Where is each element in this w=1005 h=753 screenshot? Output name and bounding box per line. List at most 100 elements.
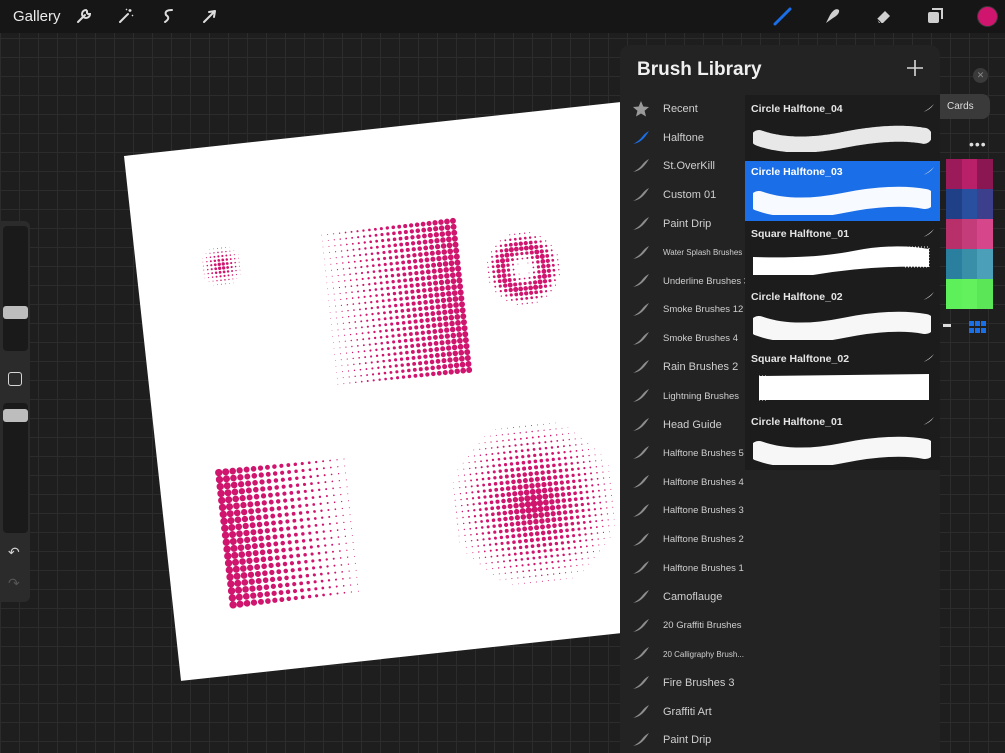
halftone-dot bbox=[470, 485, 473, 488]
brush-set-item[interactable]: Halftone bbox=[627, 124, 745, 152]
color-swatch[interactable] bbox=[977, 189, 994, 219]
brush-set-item[interactable]: Halftone Brushes 1 bbox=[627, 554, 745, 582]
color-swatch[interactable] bbox=[946, 219, 962, 249]
color-swatch[interactable] bbox=[961, 279, 978, 309]
brush-set-item[interactable]: Halftone Brushes 3 bbox=[627, 497, 745, 525]
halftone-dot bbox=[579, 491, 583, 495]
wrench-icon[interactable] bbox=[73, 5, 95, 27]
halftone-dot bbox=[274, 555, 280, 561]
current-color-swatch[interactable] bbox=[977, 6, 998, 27]
minus-icon[interactable] bbox=[943, 324, 951, 327]
halftone-dot bbox=[364, 301, 367, 304]
halftone-dot bbox=[256, 514, 262, 521]
color-swatch[interactable] bbox=[961, 159, 978, 189]
brush-set-item[interactable]: Underline Brushes 3 bbox=[627, 267, 745, 295]
brush-size-slider[interactable] bbox=[3, 226, 28, 351]
brush-set-item[interactable]: Custom 01 bbox=[627, 181, 745, 209]
brush-set-item[interactable]: Head Guide bbox=[627, 411, 745, 439]
halftone-dot bbox=[488, 543, 492, 546]
magic-wand-icon[interactable] bbox=[115, 5, 137, 27]
halftone-dot bbox=[319, 565, 322, 569]
color-swatch[interactable] bbox=[961, 189, 978, 219]
halftone-dot bbox=[336, 263, 338, 265]
halftone-dot bbox=[334, 251, 337, 253]
brush-set-item[interactable]: Water Splash Brushes bbox=[627, 239, 745, 267]
brush-set-item[interactable]: Fire Brushes 3 bbox=[627, 669, 745, 697]
star-icon bbox=[632, 100, 650, 118]
opacity-handle[interactable] bbox=[3, 409, 28, 422]
color-swatch[interactable] bbox=[961, 219, 978, 249]
halftone-dot bbox=[334, 354, 336, 355]
gallery-button[interactable]: Gallery bbox=[13, 8, 61, 25]
brush-set-item[interactable]: Smoke Brushes 12 bbox=[627, 296, 745, 324]
halftone-dot bbox=[429, 250, 435, 256]
brush-icon[interactable] bbox=[772, 5, 794, 27]
artwork-canvas[interactable] bbox=[124, 102, 679, 681]
color-swatch[interactable] bbox=[946, 279, 962, 309]
brush-item[interactable]: Square Halftone_02 bbox=[745, 348, 940, 408]
brush-set-item[interactable]: Recent bbox=[627, 95, 745, 123]
brush-set-item[interactable]: Camoflauge bbox=[627, 583, 745, 611]
cards-button[interactable]: Cards bbox=[940, 94, 990, 119]
halftone-dot bbox=[228, 278, 230, 281]
brush-set-item[interactable]: Smoke Brushes 4 bbox=[627, 325, 745, 353]
opacity-slider[interactable] bbox=[3, 403, 28, 533]
layers-icon[interactable] bbox=[924, 5, 946, 27]
color-swatch[interactable] bbox=[977, 249, 994, 279]
halftone-dot bbox=[342, 268, 345, 270]
halftone-dot bbox=[282, 561, 288, 567]
add-brush-icon[interactable] bbox=[905, 58, 925, 78]
halftone-dot bbox=[418, 252, 423, 257]
brush-set-item[interactable]: Halftone Brushes 2 bbox=[627, 526, 745, 554]
brush-set-item[interactable]: Rain Brushes 2 bbox=[627, 353, 745, 381]
brush-item[interactable]: Circle Halftone_04 bbox=[745, 98, 940, 158]
brush-item[interactable]: Circle Halftone_01 bbox=[745, 411, 940, 471]
eraser-icon[interactable] bbox=[873, 5, 895, 27]
halftone-dot bbox=[527, 563, 530, 566]
brush-size-handle[interactable] bbox=[3, 306, 28, 319]
halftone-dot bbox=[331, 324, 332, 325]
halftone-dot bbox=[246, 557, 253, 564]
color-swatch[interactable] bbox=[977, 279, 994, 309]
halftone-dot bbox=[596, 471, 598, 474]
brush-stroke-icon bbox=[632, 731, 650, 749]
selection-s-icon[interactable] bbox=[157, 5, 179, 27]
undo-icon[interactable]: ↶ bbox=[8, 544, 20, 561]
brush-item[interactable]: Circle Halftone_03 bbox=[745, 160, 940, 221]
halftone-dot bbox=[239, 558, 246, 565]
halftone-dot bbox=[217, 247, 219, 249]
halftone-dot bbox=[355, 272, 358, 275]
color-swatch[interactable] bbox=[946, 249, 962, 279]
color-swatch[interactable] bbox=[946, 159, 962, 189]
close-icon[interactable]: ✕ bbox=[973, 68, 988, 83]
brush-set-item[interactable]: Halftone Brushes 5 bbox=[627, 439, 745, 467]
brush-set-item[interactable]: Graffiti Art bbox=[627, 698, 745, 726]
more-options-icon[interactable]: ••• bbox=[969, 136, 987, 152]
modify-button[interactable] bbox=[8, 372, 22, 386]
brush-set-item[interactable]: Lightning Brushes bbox=[627, 382, 745, 410]
brush-set-item[interactable]: 20 Calligraphy Brush... bbox=[627, 640, 745, 668]
halftone-dot bbox=[338, 286, 341, 289]
halftone-dot bbox=[431, 371, 436, 377]
color-swatch[interactable] bbox=[946, 189, 962, 219]
halftone-dot bbox=[589, 466, 592, 469]
brush-set-item[interactable]: Paint Drip bbox=[627, 210, 745, 238]
halftone-dot bbox=[576, 521, 580, 525]
brush-item[interactable]: Circle Halftone_02 bbox=[745, 286, 940, 346]
color-swatch[interactable] bbox=[977, 219, 994, 249]
color-swatch[interactable] bbox=[977, 159, 994, 189]
brush-set-item[interactable]: 20 Graffiti Brushes bbox=[627, 612, 745, 640]
halftone-dot bbox=[346, 298, 348, 300]
color-swatch[interactable] bbox=[961, 249, 978, 279]
halftone-dot bbox=[492, 470, 496, 474]
brush-set-item[interactable]: St.OverKill bbox=[627, 152, 745, 180]
brush-item[interactable]: Square Halftone_01 bbox=[745, 223, 940, 283]
redo-icon[interactable]: ↷ bbox=[8, 575, 20, 592]
palette-grid-icon[interactable] bbox=[969, 321, 986, 334]
halftone-dot bbox=[230, 265, 233, 269]
brush-set-item[interactable]: Paint Drip bbox=[627, 726, 745, 753]
smudge-icon[interactable] bbox=[821, 5, 843, 27]
brush-set-item[interactable]: Halftone Brushes 4 bbox=[627, 468, 745, 496]
arrow-cursor-icon[interactable] bbox=[199, 5, 221, 27]
halftone-dot bbox=[224, 489, 232, 497]
